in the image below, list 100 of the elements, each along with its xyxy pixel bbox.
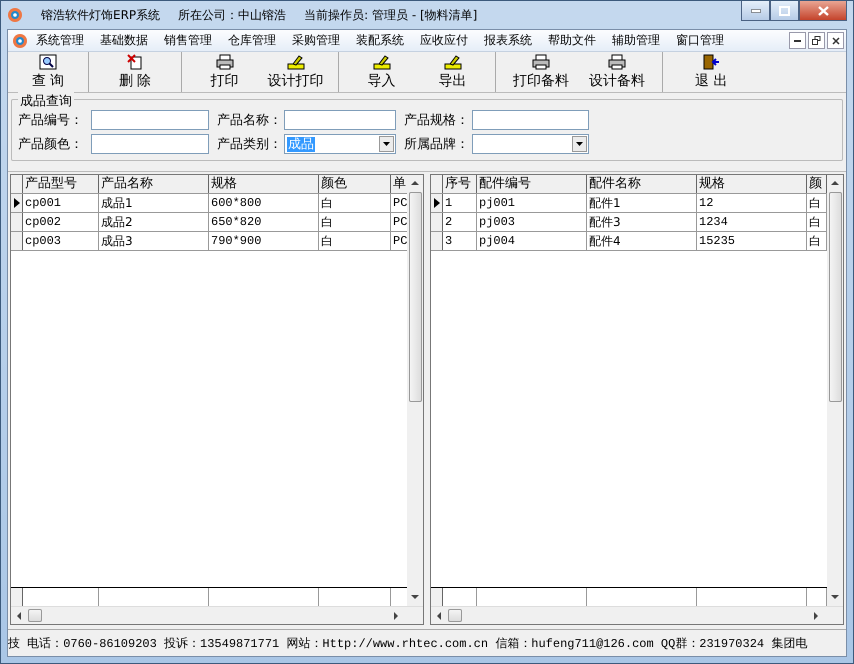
table-cell: 790*900 xyxy=(209,232,319,250)
menu-item[interactable]: 报表系统 xyxy=(476,31,540,50)
header-corner xyxy=(431,175,443,193)
table-cell: 白 xyxy=(319,232,391,250)
current-row-arrow-icon xyxy=(14,198,20,208)
menu-item[interactable]: 销售管理 xyxy=(156,31,220,50)
operator-label: 当前操作员: 管理员 - [物料清单] xyxy=(304,6,478,24)
toolbar-button[interactable]: 查 询 xyxy=(18,52,78,92)
menu-item[interactable]: 系统管理 xyxy=(28,31,92,50)
menu-item[interactable]: 辅助管理 xyxy=(604,31,668,50)
delete-icon xyxy=(127,54,143,70)
table-cell: cp002 xyxy=(23,213,99,231)
close-icon xyxy=(818,6,828,16)
column-header[interactable]: 配件名称 xyxy=(587,175,697,193)
field-label: 产品颜色： xyxy=(18,136,84,153)
close-button[interactable] xyxy=(827,32,844,49)
scroll-thumb[interactable] xyxy=(828,192,842,402)
menu-item[interactable]: 装配系统 xyxy=(348,31,412,50)
company-label: 所在公司：中山镕浩 xyxy=(178,6,286,24)
minimize-button[interactable] xyxy=(789,32,806,49)
table-cell: 3 xyxy=(443,232,477,250)
menu-item[interactable]: 应收应付 xyxy=(412,31,476,50)
horizontal-scrollbar[interactable] xyxy=(11,606,423,624)
toolbar-button[interactable]: 设计备料 xyxy=(582,52,652,92)
input-field[interactable] xyxy=(91,110,209,130)
scroll-thumb[interactable] xyxy=(448,609,462,622)
horizontal-scrollbar[interactable] xyxy=(431,606,843,624)
restore-button[interactable] xyxy=(808,32,825,49)
toolbar-button[interactable]: 导出 xyxy=(420,52,485,92)
minimize-icon xyxy=(794,40,801,42)
row-indicator[interactable] xyxy=(11,194,23,212)
column-header[interactable]: 序号 xyxy=(443,175,477,193)
column-header[interactable]: 颜 xyxy=(807,175,827,193)
table-cell: cp001 xyxy=(23,194,99,212)
row-indicator[interactable] xyxy=(431,194,443,212)
column-header[interactable]: 配件编号 xyxy=(477,175,587,193)
printer-icon xyxy=(608,54,626,70)
field-label: 产品类别： xyxy=(216,136,283,153)
menu-item[interactable]: 基础数据 xyxy=(92,31,156,50)
column-header[interactable]: 规格 xyxy=(209,175,319,193)
menu-item[interactable]: 窗口管理 xyxy=(668,31,732,50)
input-field[interactable] xyxy=(284,110,396,130)
pen-icon xyxy=(372,54,390,70)
table-cell: 600*800 xyxy=(209,194,319,212)
parts-table[interactable]: 序号 配件编号 配件名称 规格 颜 1 pj001 配件1 12 白 2 pj003 配件3 1234 白 3 pj004 配件4 15235 白 xyxy=(430,174,844,625)
toolbar-button[interactable]: 打印 xyxy=(192,52,257,92)
menu-item[interactable]: 采购管理 xyxy=(284,31,348,50)
table-cell: 1 xyxy=(443,194,477,212)
current-row-arrow-icon xyxy=(434,198,440,208)
group-title: 成品查询 xyxy=(18,92,74,110)
input-field[interactable] xyxy=(472,110,589,130)
toolbar-button[interactable]: 打印备料 xyxy=(506,52,576,92)
column-header[interactable]: 产品型号 xyxy=(23,175,99,193)
close-icon xyxy=(832,36,840,44)
field-value: 成品 xyxy=(287,137,315,152)
toolbar-button[interactable]: 设计打印 xyxy=(263,52,328,92)
menu-item[interactable]: 帮助文件 xyxy=(540,31,604,50)
table-cell: pj001 xyxy=(477,194,587,212)
column-header[interactable]: 颜色 xyxy=(319,175,391,193)
table-cell: 650*820 xyxy=(209,213,319,231)
input-field[interactable] xyxy=(91,134,209,154)
toolbar-button[interactable]: 删 除 xyxy=(99,52,171,92)
products-table[interactable]: 产品型号 产品名称 规格 颜色 单 cp001 成品1 600*800 白 PC cp002 成品2 650*820 白 PC cp003 成品3 790*900 白 PC xyxy=(10,174,424,625)
status-text: 技 电话：0760-86109203 投诉：13549871771 网站：Http://www.rhtec.com.cn 信箱：hufeng711@126.com QQ群：231970324 集团电 xyxy=(8,636,808,652)
scroll-up-icon[interactable] xyxy=(411,180,419,186)
table-cell: 1234 xyxy=(697,213,807,231)
toolbar-button[interactable]: 导入 xyxy=(349,52,414,92)
scroll-thumb[interactable] xyxy=(408,192,422,402)
scroll-down-icon[interactable] xyxy=(831,594,839,600)
table-cell: cp003 xyxy=(23,232,99,250)
scroll-left-icon[interactable] xyxy=(436,612,442,620)
column-header[interactable]: 单 xyxy=(391,175,407,193)
column-header[interactable]: 产品名称 xyxy=(99,175,209,193)
scroll-right-icon[interactable] xyxy=(393,612,399,620)
dropdown-field[interactable] xyxy=(472,134,589,154)
table-cell: 12 xyxy=(697,194,807,212)
vertical-scrollbar[interactable] xyxy=(827,175,843,606)
printer-icon xyxy=(532,54,550,70)
scroll-right-icon[interactable] xyxy=(813,612,819,620)
vertical-scrollbar[interactable] xyxy=(407,175,423,606)
menu-item[interactable]: 仓库管理 xyxy=(220,31,284,50)
minimize-button[interactable] xyxy=(741,1,770,21)
close-button[interactable] xyxy=(799,1,847,21)
scroll-down-icon[interactable] xyxy=(411,594,419,600)
field-label: 所属品牌： xyxy=(403,136,470,153)
column-header[interactable]: 规格 xyxy=(697,175,807,193)
table-cell: 15235 xyxy=(697,232,807,250)
scroll-thumb[interactable] xyxy=(28,609,42,622)
dropdown-arrow-icon[interactable] xyxy=(383,142,390,146)
table-cell: 配件4 xyxy=(587,232,697,250)
printer-icon xyxy=(216,54,234,70)
table-cell: 白 xyxy=(319,194,391,212)
field-label: 产品名称： xyxy=(216,112,283,129)
scroll-up-icon[interactable] xyxy=(831,180,839,186)
pen-icon xyxy=(286,54,304,70)
scroll-left-icon[interactable] xyxy=(16,612,22,620)
toolbar-button[interactable]: 退 出 xyxy=(693,52,730,92)
maximize-button[interactable] xyxy=(770,1,799,21)
app-logo-icon xyxy=(12,32,28,48)
dropdown-arrow-icon[interactable] xyxy=(576,142,583,146)
